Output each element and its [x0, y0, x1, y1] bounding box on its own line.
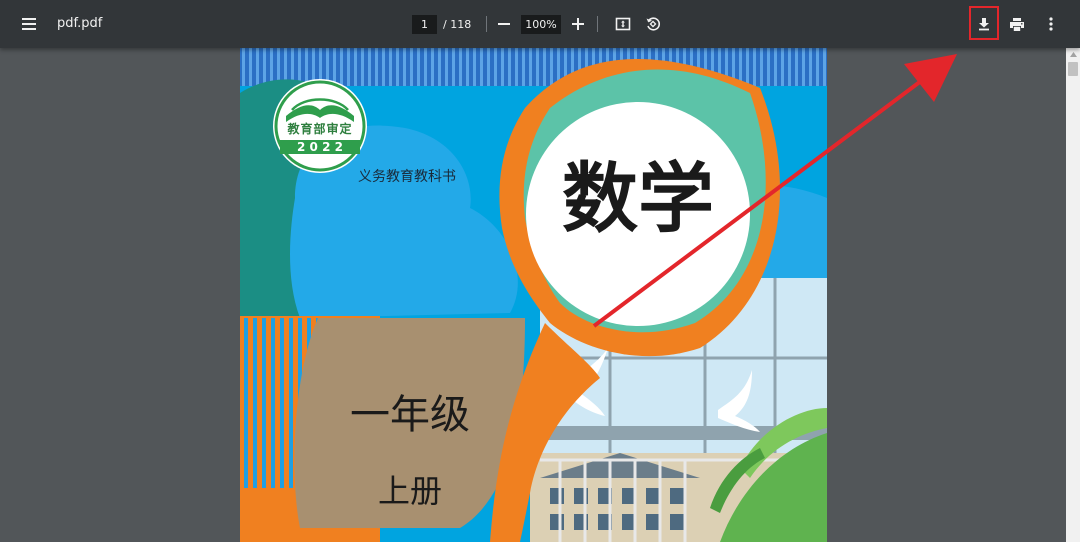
minus-icon: [498, 23, 510, 25]
series-title: 义务教育教科书: [358, 169, 456, 185]
seal-text: 教育部审定: [287, 122, 353, 136]
plus-icon: [572, 18, 584, 30]
print-icon: [1010, 17, 1024, 31]
scroll-up-arrow-icon[interactable]: [1066, 48, 1080, 60]
subject-title: 数学: [562, 154, 714, 243]
page-number-input[interactable]: [412, 15, 437, 34]
menu-icon: [22, 18, 36, 30]
zoom-out-button[interactable]: [488, 8, 520, 40]
vertical-scrollbar[interactable]: [1066, 48, 1080, 542]
toolbar-divider: [597, 16, 598, 32]
rotate-button[interactable]: [637, 8, 669, 40]
seal-year: 2 0 2 2: [297, 140, 343, 154]
zoom-in-button[interactable]: [562, 8, 594, 40]
fit-page-button[interactable]: [607, 8, 639, 40]
page-total: / 118: [443, 18, 472, 31]
zoom-input[interactable]: [521, 15, 561, 34]
pdf-page-cover: 教育部审定 2 0 2 2 义务教育教科书 数学 一年级 上册: [240, 48, 827, 542]
download-button[interactable]: [968, 8, 1000, 40]
menu-button[interactable]: [13, 8, 45, 40]
rotate-icon: [646, 17, 661, 31]
document-title: pdf.pdf: [57, 16, 103, 31]
more-vert-icon: [1049, 17, 1053, 31]
volume-title: 上册: [377, 472, 442, 510]
more-actions-button[interactable]: [1035, 8, 1067, 40]
scrollbar-thumb[interactable]: [1068, 62, 1078, 76]
fit-page-icon: [615, 17, 631, 31]
toolbar-divider: [486, 16, 487, 32]
print-button[interactable]: [1001, 8, 1033, 40]
grade-title: 一年级: [350, 392, 470, 438]
download-icon: [979, 18, 989, 31]
pdf-toolbar: pdf.pdf / 118: [0, 0, 1080, 48]
